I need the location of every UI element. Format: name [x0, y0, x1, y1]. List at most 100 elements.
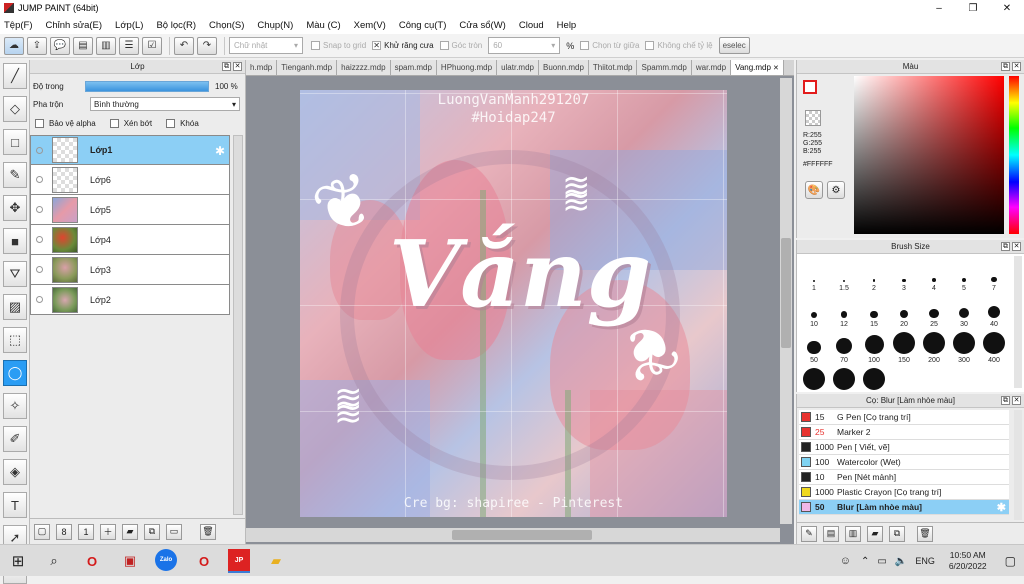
merge-layer-icon[interactable]: ▭ [166, 523, 182, 540]
brush-size-option[interactable]: 70 [829, 330, 859, 366]
text-tool-icon[interactable]: T [3, 492, 27, 518]
scrollbar-thumb[interactable] [452, 530, 592, 540]
gear-icon[interactable]: ✱ [997, 501, 1006, 514]
lock-checkbox[interactable]: Khóa [166, 118, 199, 128]
brush-size-option[interactable]: 100 [859, 330, 889, 366]
comment-icon[interactable]: 💬 [50, 36, 70, 55]
eye-icon[interactable] [36, 236, 43, 243]
menu-layer[interactable]: Lớp(L) [115, 20, 143, 31]
lasso-tool-icon[interactable]: ◯ [3, 360, 27, 386]
pen-tool-icon[interactable]: ✎ [3, 162, 27, 188]
start-icon[interactable]: ⊞ [6, 549, 30, 573]
snap-grid-checkbox[interactable]: Snap to grid [311, 41, 366, 50]
menu-filter[interactable]: Bộ lọc(R) [156, 20, 196, 31]
folder-icon[interactable]: ▰ [122, 523, 138, 540]
fill-rect-tool-icon[interactable]: ■ [3, 228, 27, 254]
gear-icon[interactable]: ✱ [215, 144, 225, 158]
checklist-icon[interactable]: ☑ [142, 36, 162, 55]
new-layer-1bit-icon[interactable]: 1 [78, 523, 94, 540]
close-icon[interactable]: ✕ [233, 62, 242, 71]
opera-gx-icon[interactable]: O [192, 549, 216, 573]
blend-mode-select[interactable]: Bình thường ▾ [90, 97, 240, 111]
eye-icon[interactable] [36, 296, 43, 303]
chevron-up-icon[interactable]: ⌃ [861, 556, 869, 567]
copy-subtool-icon[interactable]: ▥ [845, 525, 861, 542]
duplicate-layer-icon[interactable]: ⧉ [144, 523, 160, 540]
antialias-checkbox[interactable]: ✕ Khử răng cưa [372, 41, 434, 50]
popout-icon[interactable]: ⧉ [1001, 396, 1010, 405]
layer-item[interactable]: Lớp3 [30, 255, 230, 285]
list-icon[interactable]: ☰ [119, 36, 139, 55]
menu-file[interactable]: Tệp(F) [4, 20, 33, 31]
layer-item[interactable]: Lớp6 [30, 165, 230, 195]
subtool-scrollbar[interactable] [1014, 410, 1022, 520]
cloud-icon[interactable]: ☁ [4, 36, 24, 55]
layer-item[interactable]: Lớp4 [30, 225, 230, 255]
brush-tool-icon[interactable]: ╱ [3, 63, 27, 89]
scrollbar-thumb[interactable] [781, 238, 791, 348]
popout-icon[interactable]: ⧉ [1001, 242, 1010, 251]
brush-size-option[interactable]: 30 [949, 294, 979, 330]
subtool-item[interactable]: 15 G Pen [Cọ trang trí] [799, 410, 1009, 425]
opera-icon[interactable]: O [80, 549, 104, 573]
close-icon[interactable]: ✕ [1012, 62, 1021, 71]
brush-size-option[interactable]: 2 [859, 258, 889, 294]
brush-size-option[interactable]: 4 [919, 258, 949, 294]
brush-size-option[interactable]: 1.5 [829, 258, 859, 294]
tab-document[interactable]: h.mdp [246, 60, 278, 75]
palette-settings-icon[interactable]: ⚙ [827, 181, 845, 199]
gradient-tool-icon[interactable]: ▨ [3, 294, 27, 320]
layer-item[interactable]: Lớp5 [30, 195, 230, 225]
subtool-item[interactable]: 25 Marker 2 [799, 425, 1009, 440]
redo-icon[interactable]: ↷ [197, 36, 217, 55]
horizontal-scrollbar[interactable] [246, 528, 780, 542]
brush-scrollbar[interactable] [1014, 256, 1022, 388]
subtool-item[interactable]: 1000 Plastic Crayon [Cọ trang trí] [799, 485, 1009, 500]
tab-document[interactable]: war.mdp [691, 60, 732, 75]
eye-icon[interactable] [36, 176, 43, 183]
menu-edit[interactable]: Chỉnh sửa(E) [46, 20, 103, 31]
jump-paint-taskbar-icon[interactable]: JP [228, 549, 250, 573]
search-icon[interactable]: ⌕ [42, 549, 66, 573]
minimize-button[interactable]: – [922, 0, 956, 16]
brush-size-option[interactable]: 1 [799, 258, 829, 294]
deselect-button[interactable]: eselec [718, 37, 750, 54]
eye-icon[interactable] [36, 266, 43, 273]
magic-wand-tool-icon[interactable]: ✧ [3, 393, 27, 419]
document-icon[interactable]: ▥ [96, 36, 116, 55]
tab-active-document[interactable]: Vang.mdp ✕ [731, 60, 784, 75]
brush-size-option[interactable]: 50 [799, 330, 829, 366]
brush-size-option[interactable]: 5 [949, 258, 979, 294]
maximize-button[interactable]: ❐ [956, 0, 990, 16]
palette-icon[interactable]: 🎨 [805, 181, 823, 199]
menu-window[interactable]: Cửa sổ(W) [459, 20, 505, 31]
network-icon[interactable]: ▭ [877, 556, 886, 567]
trash-icon[interactable]: 🗑 [200, 523, 216, 540]
layer-scrollbar[interactable] [233, 135, 243, 515]
notification-icon[interactable]: ▢ [1005, 554, 1016, 568]
brush-size-option[interactable]: 40 [979, 294, 1009, 330]
tab-document[interactable]: ulatr.mdp [497, 60, 539, 75]
brush-size-option[interactable]: 300 [949, 330, 979, 366]
export-icon[interactable]: ⇪ [27, 36, 47, 55]
select-center-checkbox[interactable]: Chọn từ giữa [580, 41, 639, 50]
corner-round-checkbox[interactable]: Góc tròn [439, 41, 482, 50]
fixed-ratio-checkbox[interactable]: Không chế tỷ lệ [645, 41, 713, 50]
rectangle-tool-icon[interactable]: □ [3, 129, 27, 155]
brush-size-option[interactable]: 400 [979, 330, 1009, 366]
subtool-item[interactable]: 100 Watercolor (Wet) [799, 455, 1009, 470]
menu-color[interactable]: Màu (C) [306, 20, 340, 31]
new-layer-icon[interactable]: ▢ [34, 523, 50, 540]
protect-alpha-checkbox[interactable]: Bảo vệ alpha [35, 118, 96, 128]
panel-icon[interactable]: ▤ [73, 36, 93, 55]
tab-document[interactable]: Tienganh.mdp [277, 60, 338, 75]
move-tool-icon[interactable]: ✥ [3, 195, 27, 221]
opacity-slider[interactable] [85, 80, 209, 92]
brush-size-option[interactable]: 20 [889, 294, 919, 330]
brush-size-option[interactable]: 25 [919, 294, 949, 330]
brush-size-option[interactable]: 150 [889, 330, 919, 366]
close-button[interactable]: ✕ [990, 0, 1024, 16]
file-explorer-icon[interactable]: ▰ [264, 549, 288, 573]
undo-icon[interactable]: ↶ [174, 36, 194, 55]
shape-select[interactable]: Chữ nhật ▾ [229, 37, 303, 54]
